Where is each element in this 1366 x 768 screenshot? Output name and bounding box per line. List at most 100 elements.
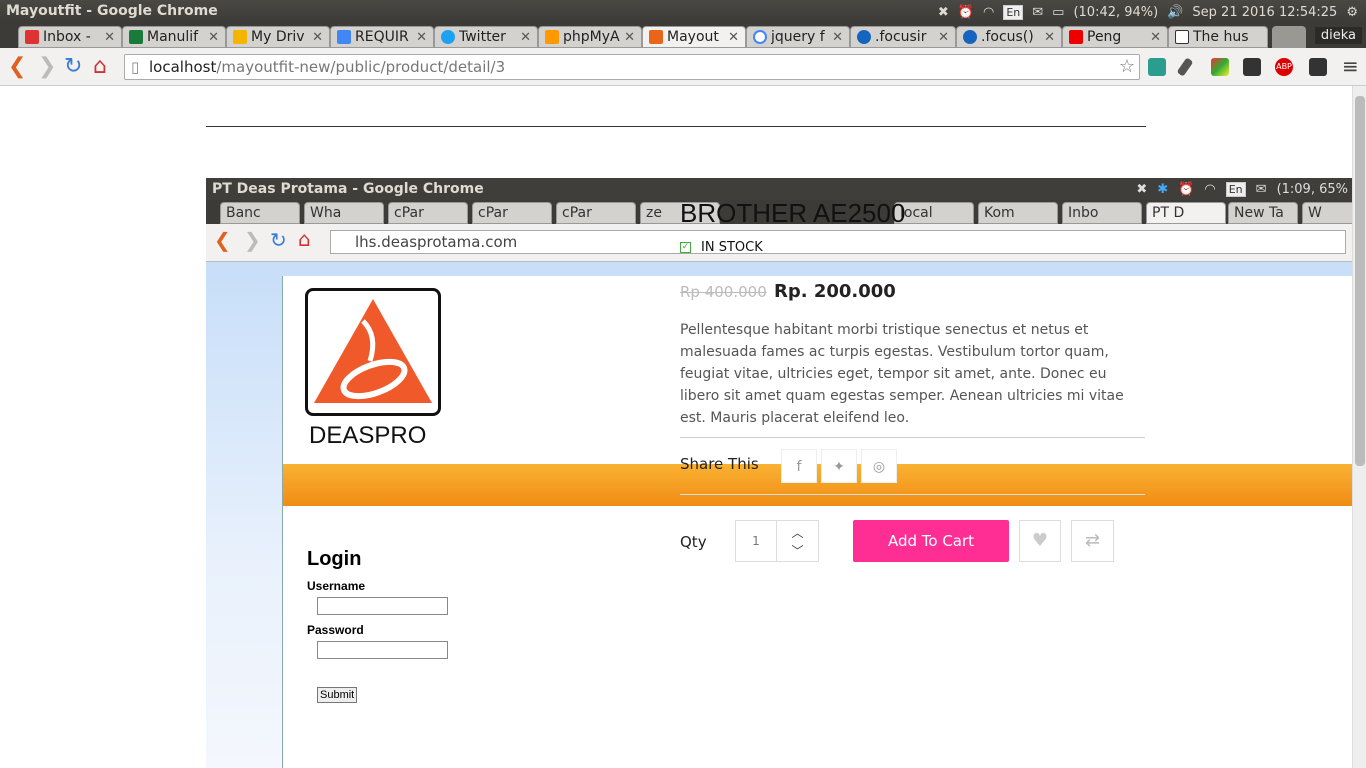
embedded-tab: PT D: [1146, 202, 1226, 224]
system-tray: ✖ ⏰ ◠ En ✉ ▭ (10:42, 94%) 🔊 Sep 21 2016 …: [938, 0, 1366, 24]
close-icon[interactable]: ✕: [938, 30, 949, 45]
divider: [680, 494, 1145, 495]
back-icon: ❮: [214, 228, 231, 252]
jquery-icon: [857, 30, 871, 44]
mail-icon: ✉: [1255, 181, 1267, 197]
add-to-cart-button[interactable]: Add To Cart: [853, 520, 1009, 562]
tab-youtube[interactable]: Peng ✕: [1062, 26, 1168, 48]
volume-icon[interactable]: 🔊: [1167, 5, 1183, 20]
sheets-icon: [129, 30, 143, 44]
close-icon[interactable]: ✕: [520, 30, 531, 45]
colorpick-icon[interactable]: [1211, 58, 1229, 76]
twitter-icon: [441, 30, 455, 44]
embedded-tray: ✖ ✱ ⏰ ◠ En ✉ (1:09, 65%: [1136, 178, 1348, 200]
chevron-up-icon[interactable]: ︿: [777, 524, 818, 542]
mail-icon[interactable]: ✉: [1032, 5, 1043, 20]
home-icon: ⌂: [298, 227, 311, 251]
tab-phpmyadmin[interactable]: phpMyA ✕: [538, 26, 642, 48]
address-path: /mayoutfit-new/public/product/detail/3: [216, 58, 506, 76]
tab-gmail[interactable]: Inbox - ✕: [18, 26, 122, 48]
address-bar[interactable]: ▯ localhost/mayoutfit-new/public/product…: [124, 54, 1140, 80]
extension-icon[interactable]: [1148, 58, 1166, 76]
youtube-icon: [1069, 30, 1083, 44]
twitter-icon[interactable]: ✦: [821, 449, 857, 483]
window-title: Mayoutfit - Google Chrome: [6, 3, 218, 19]
settings-gear-icon[interactable]: ⚙: [1346, 5, 1358, 20]
password-label: Password: [307, 623, 364, 637]
address-host: localhost: [149, 58, 217, 76]
scrollbar-thumb[interactable]: [1355, 96, 1365, 466]
back-icon[interactable]: ❮: [8, 54, 26, 79]
dropbox-icon[interactable]: ✖: [938, 5, 949, 20]
tab-drive[interactable]: My Driv ✕: [226, 26, 330, 48]
extension-badge-icon[interactable]: [1309, 58, 1327, 76]
tab-manulife[interactable]: Manulif ✕: [122, 26, 226, 48]
embedded-tab: Wha: [304, 202, 384, 224]
forward-icon: ❯: [244, 228, 261, 252]
embedded-tab: W: [1302, 202, 1352, 224]
alarm-icon: ⏰: [1178, 181, 1195, 197]
clock[interactable]: Sep 21 2016 12:54:25: [1192, 5, 1337, 20]
google-icon: [753, 30, 767, 44]
quantity-input[interactable]: 1: [735, 520, 777, 562]
quantity-stepper[interactable]: ︿ ﹀: [776, 520, 819, 562]
logo-triangle-icon: [314, 299, 432, 403]
password-field: [317, 641, 448, 659]
tab-strip: Inbox - ✕ Manulif ✕ My Driv ✕ REQUIR ✕ Twit…: [0, 24, 1366, 48]
share-label: Share This: [680, 455, 759, 473]
close-icon[interactable]: ✕: [624, 30, 635, 45]
product-description: Pellentesque habitant morbi tristique se…: [680, 322, 1124, 426]
wifi-icon[interactable]: ◠: [983, 5, 994, 20]
jquery-icon: [963, 30, 977, 44]
close-icon[interactable]: ✕: [104, 30, 115, 45]
product-title: BROTHER AE2500: [680, 198, 906, 228]
bluetooth-icon: ✱: [1157, 181, 1169, 197]
tab-docs[interactable]: REQUIR ✕: [330, 26, 434, 48]
alarm-icon[interactable]: ⏰: [958, 5, 974, 20]
close-icon[interactable]: ✕: [1150, 30, 1161, 45]
close-icon[interactable]: ✕: [416, 30, 427, 45]
close-icon[interactable]: ✕: [728, 30, 739, 45]
page-scrollbar[interactable]: [1352, 86, 1366, 768]
window-titlebar: Mayoutfit - Google Chrome ✖ ⏰ ◠ En ✉ ▭ (…: [0, 0, 1366, 24]
adblock-icon[interactable]: ABP: [1275, 58, 1293, 76]
tab-focus[interactable]: .focus() ✕: [956, 26, 1062, 48]
embedded-tab: cPar: [472, 202, 552, 224]
compare-icon[interactable]: ⇄: [1071, 520, 1114, 562]
bookmark-star-icon[interactable]: ☆: [1119, 56, 1135, 77]
reload-icon[interactable]: ↻: [64, 54, 82, 79]
menu-icon[interactable]: ≡: [1342, 54, 1359, 78]
chevron-down-icon[interactable]: ﹀: [777, 542, 818, 560]
incognito-icon[interactable]: [1243, 58, 1261, 76]
facebook-icon[interactable]: f: [781, 449, 817, 483]
close-icon[interactable]: ✕: [312, 30, 323, 45]
home-icon[interactable]: ⌂: [93, 54, 107, 79]
embedded-tab: Banc: [220, 202, 300, 224]
tab-mayoutfit[interactable]: Mayout ✕: [642, 26, 746, 48]
tab-twitter[interactable]: Twitter ✕: [434, 26, 538, 48]
instagram-icon[interactable]: ◎: [861, 449, 897, 483]
stock-label: IN STOCK: [701, 240, 763, 255]
stock-status: ✓ IN STOCK: [680, 240, 763, 255]
keyboard-lang[interactable]: En: [1003, 4, 1024, 20]
battery-status[interactable]: (10:42, 94%): [1073, 5, 1158, 20]
tab-jquery[interactable]: jquery f ✕: [746, 26, 850, 48]
wishlist-heart-icon[interactable]: ♥: [1019, 520, 1061, 562]
forward-icon[interactable]: ❯: [38, 54, 56, 79]
xampp-icon: [649, 30, 663, 44]
eyedropper-icon[interactable]: [1176, 57, 1194, 77]
profile-button[interactable]: dieka: [1314, 27, 1362, 44]
close-icon[interactable]: ✕: [1044, 30, 1055, 45]
close-icon[interactable]: ✕: [832, 30, 843, 45]
drive-icon: [233, 30, 247, 44]
tab-theage[interactable]: The hus: [1168, 26, 1268, 48]
new-tab-button[interactable]: [1272, 26, 1306, 48]
close-icon[interactable]: ✕: [208, 30, 219, 45]
username-label: Username: [307, 579, 366, 593]
battery-icon[interactable]: ▭: [1052, 5, 1064, 20]
page-icon: ▯: [131, 58, 140, 76]
tab-focusin[interactable]: .focusir ✕: [850, 26, 956, 48]
check-icon: ✓: [680, 242, 691, 253]
submit-button: Submit: [317, 687, 358, 703]
embedded-tab: cPar: [556, 202, 636, 224]
